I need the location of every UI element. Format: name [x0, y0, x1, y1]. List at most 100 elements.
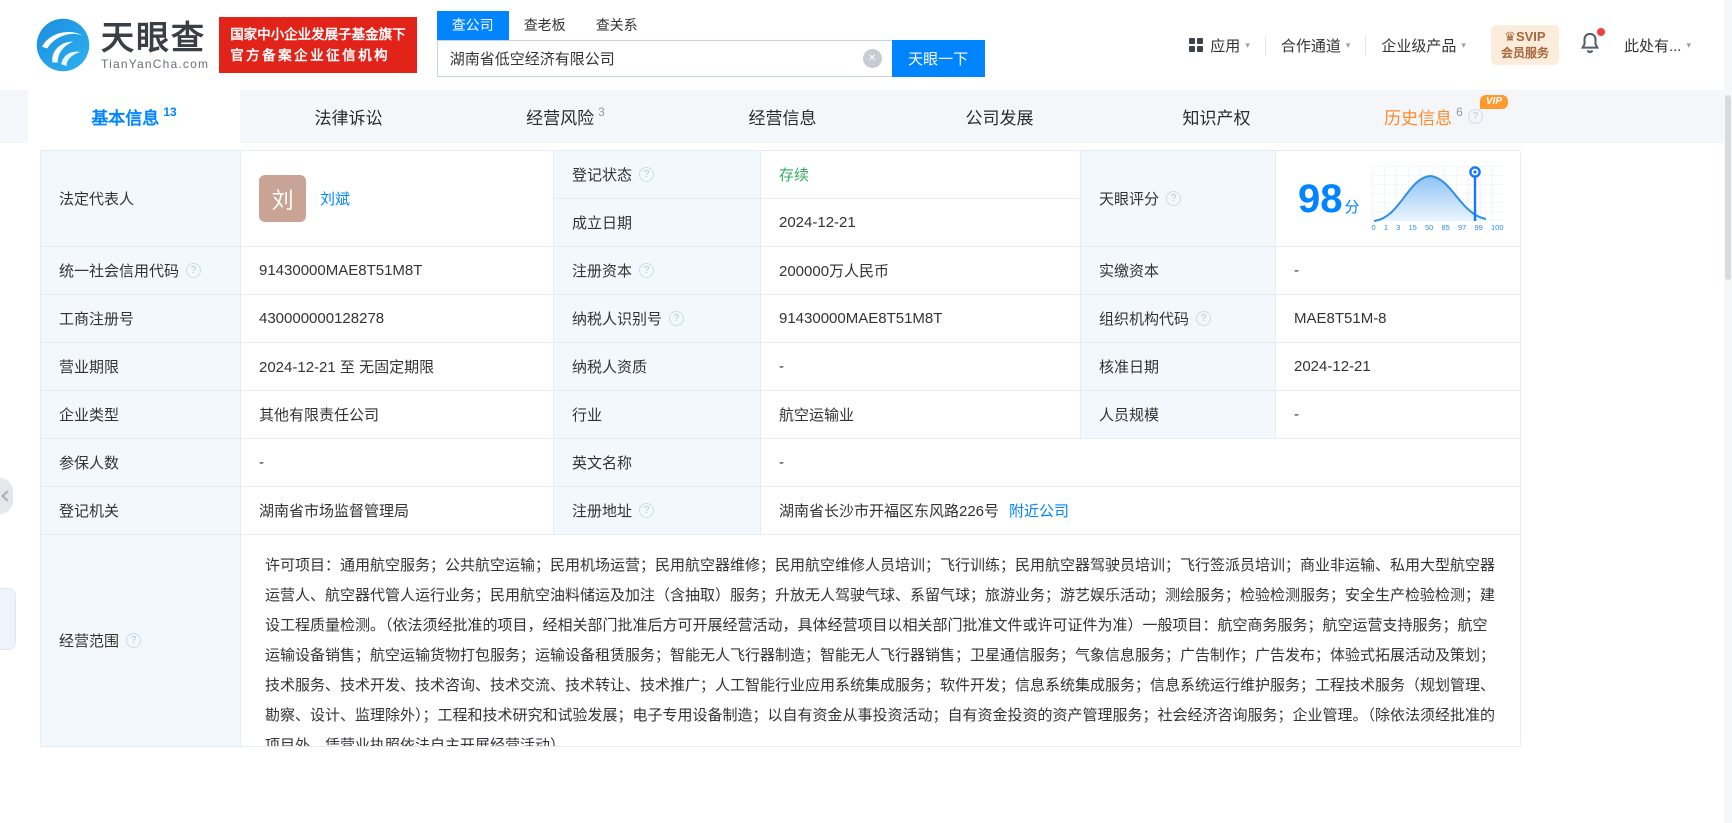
cert-line2: 官方备案企业征信机构: [230, 48, 391, 63]
establish-date-label: 成立日期: [554, 199, 761, 247]
reg-address-text: 湖南省长沙市开福区东风路226号: [779, 503, 1000, 520]
help-icon[interactable]: ?: [1467, 109, 1483, 124]
help-icon[interactable]: ?: [126, 633, 142, 648]
reg-number-label: 工商注册号: [41, 295, 241, 343]
credit-code-value: 91430000MAE8T51M8T: [241, 247, 554, 295]
industry-label: 行业: [554, 391, 761, 439]
legal-rep-value: 刘 刘斌: [241, 151, 554, 247]
taxpayer-quality-value: -: [761, 343, 1081, 391]
tab-company-development[interactable]: 公司发展: [891, 90, 1108, 143]
reg-authority-value: 湖南省市场监督管理局: [241, 487, 554, 535]
side-drawer-handle[interactable]: [0, 478, 13, 514]
search-button[interactable]: 天眼一下: [891, 40, 985, 77]
paid-capital-label: 实缴资本: [1081, 247, 1276, 295]
reg-status-value: 存续: [761, 151, 1081, 199]
help-icon[interactable]: ?: [186, 263, 202, 278]
nav-partner-channel[interactable]: 合作通道 ▾: [1264, 34, 1366, 56]
taxpayer-id-value: 91430000MAE8T51M8T: [761, 295, 1081, 343]
tab-basic-info[interactable]: 基本信息 13: [28, 90, 240, 143]
tianyancha-company-page: 天眼查 TianYanCha.com 国家中小企业发展子基金旗下 官方备案企业征…: [0, 0, 1732, 823]
certification-badge: 国家中小企业发展子基金旗下 官方备案企业征信机构: [219, 17, 417, 73]
status-badge: 存续: [779, 167, 810, 184]
svip-line1: ♛SVIP: [1504, 29, 1546, 44]
score-axis-ticks: 0 1 3 15 50 85 97 99 100: [1371, 222, 1504, 232]
svip-membership-button[interactable]: ♛SVIP 会员服务: [1490, 25, 1559, 65]
score-unit: 分: [1344, 198, 1360, 216]
help-icon[interactable]: ?: [669, 311, 685, 326]
help-icon[interactable]: ?: [639, 167, 655, 182]
business-scope-label: 经营范围 ?: [41, 535, 241, 747]
logo-text: 天眼查 TianYanCha.com: [101, 21, 209, 70]
nav-partner-label: 合作通道: [1280, 37, 1341, 55]
tab-legal-litigation[interactable]: 法律诉讼: [240, 90, 457, 143]
search-row: ✕ 天眼一下: [436, 40, 985, 77]
help-icon[interactable]: ?: [639, 263, 655, 278]
chevron-down-icon: ▾: [1461, 39, 1466, 50]
reg-address-value: 湖南省长沙市开福区东风路226号 附近公司: [761, 487, 1521, 535]
tab-history-info[interactable]: VIP 历史信息 6 ?: [1325, 90, 1542, 143]
nav-enterprise-products[interactable]: 企业级产品 ▾: [1365, 34, 1481, 56]
crown-icon: ♛: [1504, 29, 1516, 44]
nav-more-label: 此处有...: [1623, 37, 1682, 55]
search-block: 查公司 查老板 查关系 ✕ 天眼一下: [436, 11, 985, 77]
industry-value: 航空运输业: [761, 391, 1081, 439]
nearby-companies-link[interactable]: 附近公司: [1009, 500, 1069, 521]
search-tabs: 查公司 查老板 查关系: [436, 11, 985, 40]
score-distribution-chart: 0 1 3 15 50 85 97 99 100: [1371, 165, 1504, 232]
svip-line2: 会员服务: [1500, 46, 1549, 60]
legal-rep-label: 法定代表人: [41, 151, 241, 247]
chevron-down-icon: ▾: [1245, 39, 1250, 50]
reg-address-label: 注册地址 ?: [554, 487, 761, 535]
tab-basic-info-label: 基本信息: [91, 109, 160, 128]
notification-bell-button[interactable]: [1579, 27, 1605, 60]
scrollbar-thumb[interactable]: [1725, 95, 1731, 280]
vip-badge: VIP: [1479, 95, 1508, 109]
tab-operating-risk[interactable]: 经营风险 3: [457, 90, 674, 143]
business-term-label: 营业期限: [41, 343, 241, 391]
tab-business-info[interactable]: 经营信息: [674, 90, 891, 143]
taxpayer-id-label: 纳税人识别号 ?: [554, 295, 761, 343]
page-scrollbar: [1724, 0, 1732, 823]
company-info-table: 法定代表人 刘 刘斌 登记状态 ? 存续 天眼评分 ? 98 分 0 1 3 1…: [40, 150, 1521, 747]
nav-apps[interactable]: 应用 ▾: [1174, 35, 1265, 56]
legal-rep-name-link[interactable]: 刘斌: [320, 188, 350, 209]
insured-count-label: 参保人数: [41, 439, 241, 487]
chevron-down-icon: ▾: [1345, 39, 1351, 50]
credit-code-label: 统一社会信用代码 ?: [41, 247, 241, 295]
search-input[interactable]: [436, 40, 892, 77]
company-type-label: 企业类型: [41, 391, 241, 439]
reg-authority-label: 登记机关: [41, 487, 241, 535]
search-tab-relation[interactable]: 查关系: [581, 11, 653, 40]
staff-size-label: 人员规模: [1081, 391, 1276, 439]
business-scope-text: 许可项目：通用航空服务；公共航空运输；民用机场运营；民用航空器维修；民用航空维修…: [265, 557, 1496, 747]
apps-grid-icon: [1189, 38, 1204, 52]
score-number: 98: [1298, 176, 1343, 221]
reg-capital-label: 注册资本 ?: [554, 247, 761, 295]
clear-icon[interactable]: ✕: [862, 49, 882, 68]
help-icon[interactable]: ?: [1166, 191, 1182, 206]
logo-name: 天眼查: [101, 18, 206, 56]
logo-domain: TianYanCha.com: [101, 56, 210, 71]
org-code-value: MAE8T51M-8: [1276, 295, 1521, 343]
help-icon[interactable]: ?: [639, 503, 655, 518]
tab-intellectual-property[interactable]: 知识产权: [1108, 90, 1325, 143]
company-type-value: 其他有限责任公司: [241, 391, 554, 439]
nav-enterprise-label: 企业级产品: [1381, 37, 1457, 55]
help-icon[interactable]: ?: [1196, 311, 1212, 326]
search-tab-company[interactable]: 查公司: [436, 11, 509, 40]
top-header: 天眼查 TianYanCha.com 国家中小企业发展子基金旗下 官方备案企业征…: [0, 0, 1732, 90]
org-code-label: 组织机构代码 ?: [1081, 295, 1276, 343]
insured-count-value: -: [241, 439, 554, 487]
tianyan-score-label: 天眼评分 ?: [1081, 151, 1276, 247]
tab-basic-info-count: 13: [163, 104, 177, 119]
nav-more-menu[interactable]: 此处有... ▾: [1609, 35, 1706, 56]
establish-date-value: 2024-12-21: [761, 199, 1081, 247]
search-tab-boss[interactable]: 查老板: [509, 11, 581, 40]
staff-size-value: -: [1276, 391, 1521, 439]
tianyancha-logo[interactable]: 天眼查 TianYanCha.com: [35, 17, 209, 73]
side-float-widget[interactable]: [0, 588, 16, 650]
business-scope-value: 许可项目：通用航空服务；公共航空运输；民用机场运营；民用航空器维修；民用航空维修…: [241, 535, 1521, 747]
tianyan-score-value[interactable]: 98 分 0 1 3 15 50 85 97 99 100: [1276, 151, 1521, 247]
chevron-down-icon: ▾: [1686, 39, 1691, 50]
legal-rep-avatar[interactable]: 刘: [259, 175, 306, 222]
